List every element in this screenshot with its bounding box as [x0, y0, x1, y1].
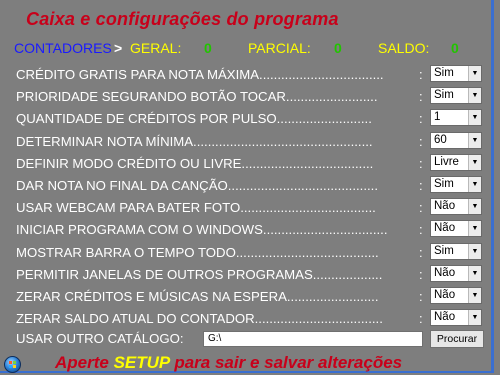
- setting-label: DEFINIR MODO CRÉDITO OU LIVRE...........…: [16, 155, 374, 171]
- setting-select[interactable]: Sim ▼: [430, 87, 482, 105]
- setting-label: QUANTIDADE DE CRÉDITOS POR PULSO........…: [16, 111, 372, 127]
- setting-select-value: 1: [434, 111, 441, 124]
- setting-label: ZERAR SALDO ATUAL DO CONTADOR...........…: [16, 311, 383, 327]
- chevron-down-icon[interactable]: ▼: [468, 199, 481, 215]
- setting-select-value: Sim: [434, 89, 454, 102]
- setting-select-value: Sim: [434, 178, 454, 190]
- setting-colon: :: [419, 178, 423, 193]
- parcial-label: PARCIAL:: [248, 40, 311, 56]
- setting-select[interactable]: Não ▼: [430, 198, 482, 216]
- chevron-down-icon[interactable]: ▼: [468, 177, 481, 192]
- setting-colon: :: [419, 89, 423, 105]
- setting-select-value: Sim: [434, 244, 454, 257]
- saldo-label: SALDO:: [378, 40, 430, 56]
- setting-label: USAR WEBCAM PARA BATER FOTO.............…: [16, 200, 376, 216]
- setting-label: DETERMINAR NOTA MÍNIMA..................…: [16, 133, 373, 149]
- setting-colon: :: [419, 311, 423, 327]
- setting-row: PRIORIDADE SEGURANDO BOTÃO TOCAR........…: [16, 87, 486, 107]
- chevron-down-icon[interactable]: ▼: [468, 310, 481, 326]
- windows-start-orb-icon[interactable]: [4, 356, 21, 373]
- geral-value: 0: [204, 40, 212, 56]
- setting-colon: :: [419, 244, 423, 260]
- parcial-value: 0: [334, 40, 342, 56]
- setting-select[interactable]: Não ▼: [430, 287, 482, 304]
- setting-colon: :: [419, 266, 423, 282]
- setting-row: INICIAR PROGRAMA COM O WINDOWS..........…: [16, 220, 486, 240]
- counters-label: CONTADORES: [14, 40, 112, 56]
- setting-select-value: Não: [434, 200, 456, 213]
- setting-row: DAR NOTA NO FINAL DA CANÇÃO.............…: [16, 176, 486, 196]
- setting-select[interactable]: Não ▼: [430, 220, 482, 238]
- footer-setup-key: SETUP: [113, 353, 170, 372]
- setting-select[interactable]: 60 ▼: [430, 131, 482, 149]
- setting-row: ZERAR CRÉDITOS E MÚSICAS NA ESPERA......…: [16, 287, 486, 307]
- setting-row: PERMITIR JANELAS DE OUTROS PROGRAMAS....…: [16, 264, 486, 285]
- setting-select[interactable]: Sim ▼: [430, 65, 482, 82]
- setting-row: CRÉDITO GRATIS PARA NOTA MÁXIMA.........…: [16, 65, 486, 85]
- setting-row: MOSTRAR BARRA O TEMPO TODO..............…: [16, 242, 486, 263]
- browse-button[interactable]: Procurar: [430, 330, 484, 348]
- footer-text-before: Aperte: [55, 353, 114, 372]
- catalog-label: USAR OUTRO CATÁLOGO:: [16, 331, 184, 346]
- setting-colon: :: [419, 222, 423, 238]
- setting-label: PERMITIR JANELAS DE OUTROS PROGRAMAS....…: [16, 266, 383, 282]
- setting-select[interactable]: Não ▼: [430, 309, 482, 327]
- setting-select[interactable]: Sim ▼: [430, 242, 482, 260]
- setting-select-value: Não: [434, 266, 456, 279]
- setting-colon: :: [419, 289, 423, 304]
- windows-flag-icon: [9, 361, 16, 368]
- chevron-down-icon[interactable]: ▼: [468, 265, 481, 281]
- setting-select[interactable]: 1 ▼: [430, 109, 482, 127]
- setting-colon: :: [419, 111, 423, 127]
- chevron-down-icon[interactable]: ▼: [468, 288, 481, 303]
- page-title: Caixa e configurações do programa: [26, 9, 339, 29]
- setting-select-value: Livre: [434, 155, 459, 168]
- catalog-path-input[interactable]: G:\: [203, 331, 423, 347]
- chevron-down-icon[interactable]: ▼: [468, 110, 481, 126]
- setting-label: DAR NOTA NO FINAL DA CANÇÃO.............…: [16, 178, 378, 193]
- setting-row: USAR WEBCAM PARA BATER FOTO.............…: [16, 198, 486, 218]
- counters-bar: CONTADORES > GERAL: 0 PARCIAL: 0 SALDO: …: [14, 40, 484, 58]
- setting-select-value: Não: [434, 289, 456, 301]
- setting-colon: :: [419, 155, 423, 171]
- chevron-down-icon[interactable]: ▼: [468, 88, 481, 104]
- setting-row: DETERMINAR NOTA MÍNIMA..................…: [16, 131, 486, 152]
- chevron-down-icon[interactable]: ▼: [468, 221, 481, 237]
- setting-row: DEFINIR MODO CRÉDITO OU LIVRE...........…: [16, 153, 486, 174]
- setting-select[interactable]: Não ▼: [430, 264, 482, 282]
- setting-row: ZERAR SALDO ATUAL DO CONTADOR...........…: [16, 309, 486, 329]
- setting-select-value: Não: [434, 311, 456, 324]
- setting-label: PRIORIDADE SEGURANDO BOTÃO TOCAR........…: [16, 89, 378, 105]
- setting-label: CRÉDITO GRATIS PARA NOTA MÁXIMA.........…: [16, 67, 384, 82]
- setting-select[interactable]: Sim ▼: [430, 176, 482, 193]
- chevron-down-icon[interactable]: ▼: [468, 154, 481, 170]
- footer-instruction: Aperte SETUP para sair e salvar alteraçõ…: [55, 353, 402, 373]
- setting-colon: :: [419, 200, 423, 216]
- setting-colon: :: [419, 133, 423, 149]
- setting-row: QUANTIDADE DE CRÉDITOS POR PULSO........…: [16, 109, 486, 129]
- saldo-value: 0: [451, 40, 459, 56]
- chevron-down-icon[interactable]: ▼: [468, 66, 481, 81]
- setting-label: INICIAR PROGRAMA COM O WINDOWS..........…: [16, 222, 388, 238]
- setting-select-value: Não: [434, 222, 456, 235]
- chevron-down-icon[interactable]: ▼: [468, 132, 481, 148]
- counters-arrow: >: [114, 40, 123, 56]
- footer-text-after: para sair e salvar alterações: [169, 353, 403, 372]
- setting-select-value: 60: [434, 133, 447, 146]
- geral-label: GERAL:: [130, 40, 182, 56]
- chevron-down-icon[interactable]: ▼: [468, 243, 481, 259]
- setting-label: ZERAR CRÉDITOS E MÚSICAS NA ESPERA......…: [16, 289, 379, 304]
- setting-colon: :: [419, 67, 423, 82]
- setting-select-value: Sim: [434, 67, 454, 79]
- setting-label: MOSTRAR BARRA O TEMPO TODO..............…: [16, 244, 379, 260]
- setting-select[interactable]: Livre ▼: [430, 153, 482, 171]
